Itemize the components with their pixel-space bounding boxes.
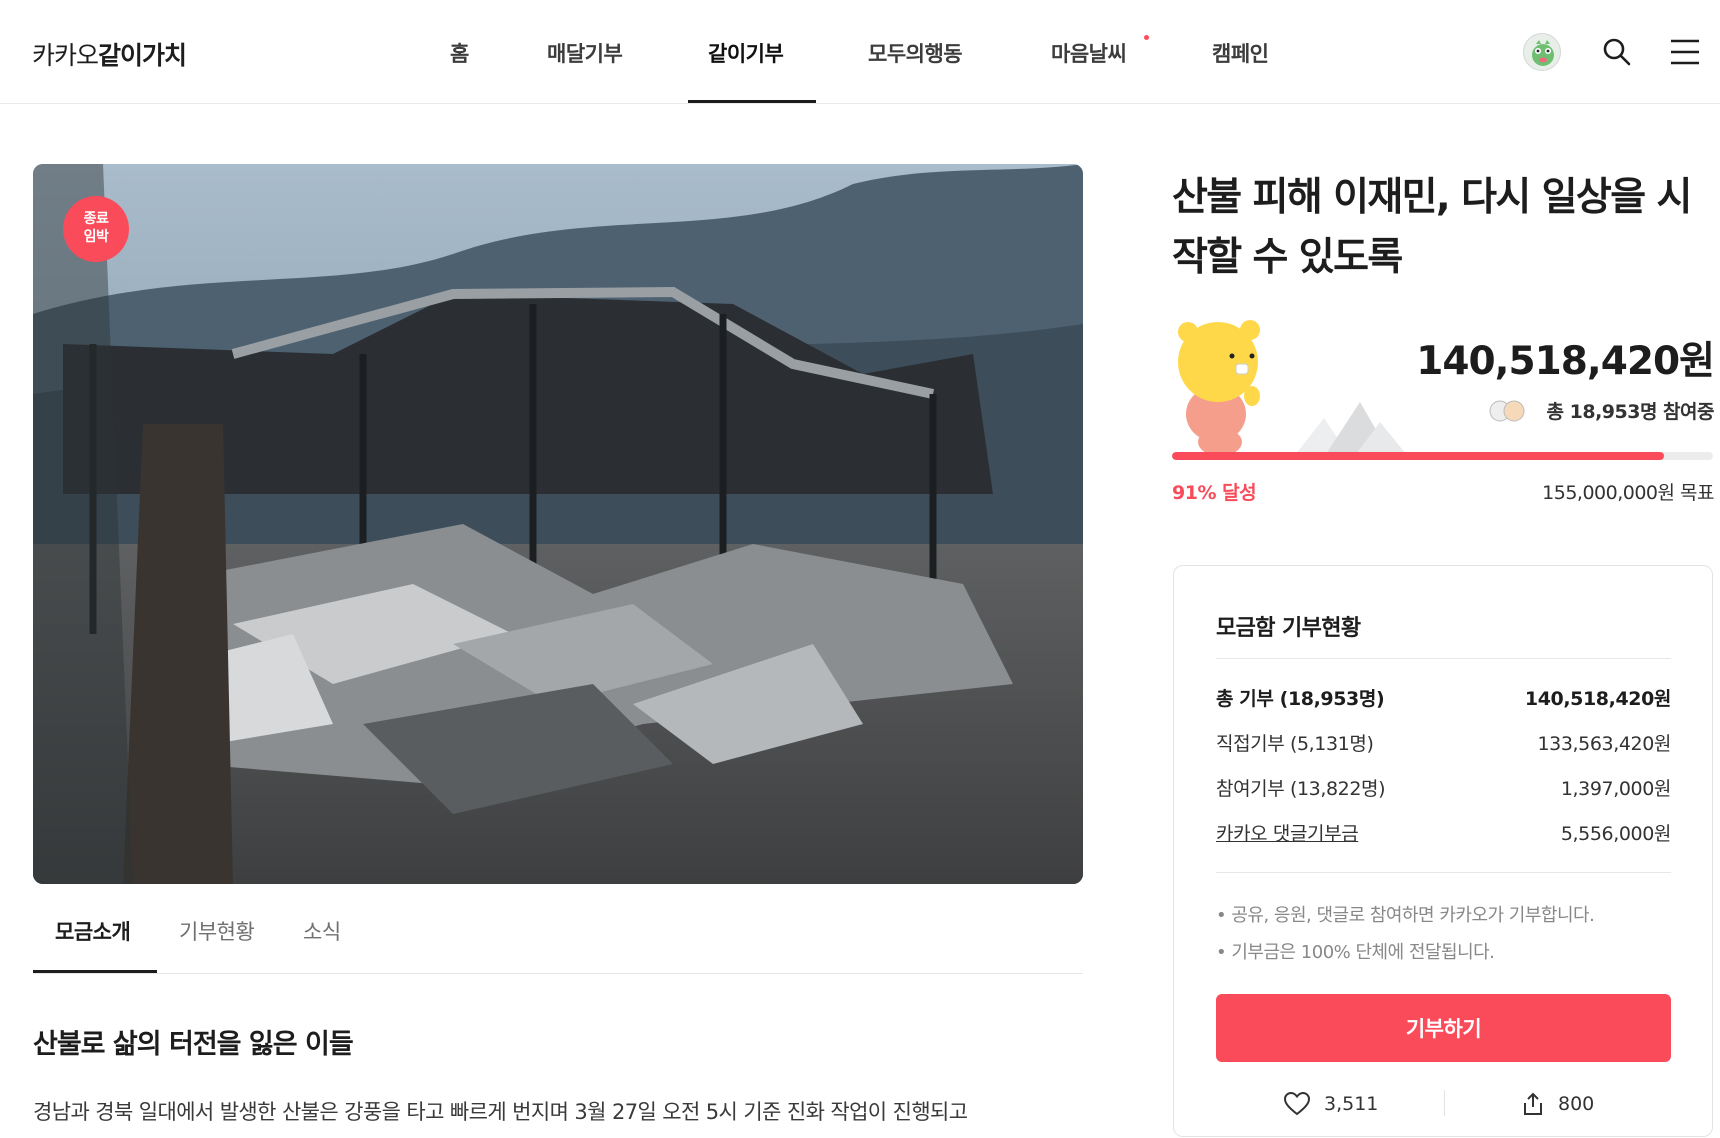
summary-row-direct: 직접기부 (5,131명) 133,563,420원 [1216,729,1671,759]
logo-light: 카카오 [32,41,99,70]
mascot-illustration [1172,314,1282,459]
row-value: 133,563,420원 [1537,733,1671,755]
section-title: 산불로 삶의 터전을 잃은 이들 [33,1029,354,1060]
comment-donation-link[interactable]: 카카오 댓글기부금 [1216,819,1359,846]
summary-note: • 기부금은 100% 단체에 전달됩니다. [1216,942,1495,963]
action-divider [1444,1090,1445,1116]
row-value: 5,556,000원 [1560,823,1672,845]
progress-fill [1172,452,1665,460]
logo-bold: 같이가치 [98,41,187,70]
share-icon [1524,1092,1542,1115]
summary-row-comment: 카카오 댓글기부금 5,556,000원 [1216,819,1671,849]
share-count: 800 [1558,1093,1595,1115]
content-tabs: 모금소개 기부현황 소식 [33,906,1083,974]
donation-summary-box: 모금함 기부현황 총 기부 (18,953명) 140,518,420원 직접기… [1173,565,1713,1137]
summary-divider-top [1216,658,1671,659]
nav-campaign[interactable]: 캠페인 [1212,38,1269,68]
raised-amount: 140,518,420원 [1416,339,1715,384]
row-value: 1,397,000원 [1560,778,1672,800]
nav-weather[interactable]: 마음날씨 [1051,38,1127,68]
summary-row-participation: 참여기부 (13,822명) 1,397,000원 [1216,774,1671,804]
row-value: 140,518,420원 [1524,688,1672,710]
summary-divider-bottom [1216,872,1671,873]
tab-news[interactable]: 소식 [303,916,341,946]
row-label: 참여기부 (13,822명) [1216,778,1386,800]
badge-line1: 종료 [83,211,109,227]
menu-icon[interactable] [1669,37,1701,67]
search-icon[interactable] [1601,36,1633,68]
ending-soon-badge: 종료 임박 [63,196,129,262]
like-button[interactable]: 3,511 [1284,1086,1378,1122]
row-label: 총 기부 (18,953명) [1216,688,1385,710]
badge-line2: 임박 [83,229,109,245]
row-label: 직접기부 (5,131명) [1216,733,1374,755]
tab-active-underline [33,970,157,973]
body-text: 경남과 경북 일대에서 발생한 산불은 강풍을 타고 빠르게 번지며 3월 27… [33,1100,968,1124]
logo[interactable]: 카카오같이가치 [32,36,187,72]
hero-image [33,164,1083,884]
avatar[interactable] [1523,33,1561,71]
participants-count: 총 18,953명 참여중 [1546,401,1715,423]
new-dot [1144,35,1149,40]
achievement-rate: 91% 달성 [1172,482,1257,504]
tab-intro[interactable]: 모금소개 [55,916,131,946]
summary-row-total: 총 기부 (18,953명) 140,518,420원 [1216,684,1671,714]
summary-title: 모금함 기부현황 [1216,616,1361,641]
nav-home[interactable]: 홈 [450,38,469,68]
nav-active-underline [688,100,816,103]
summary-note: • 공유, 응원, 댓글로 참여하면 카카오가 기부합니다. [1216,905,1595,926]
like-count: 3,511 [1324,1093,1379,1115]
tab-status[interactable]: 기부현황 [179,916,255,946]
campaign-title: 산불 피해 이재민, 다시 일상을 시작할 수 있도록 [1172,175,1692,280]
nav-monthly[interactable]: 매달기부 [547,38,623,68]
mountains-graphic [1296,398,1416,454]
heart-icon [1284,1092,1310,1116]
progress-bar [1172,452,1713,460]
header: 카카오같이가치 홈 매달기부 같이기부 모두의행동 마음날씨 캠페인 [0,0,1720,104]
nav-together[interactable]: 같이기부 [708,38,784,68]
donate-button[interactable]: 기부하기 [1216,994,1671,1062]
nav-action[interactable]: 모두의행동 [868,38,963,68]
goal-amount: 155,000,000원 목표 [1542,482,1714,504]
share-button[interactable]: 800 [1522,1086,1594,1122]
participants-icon [1488,399,1528,423]
